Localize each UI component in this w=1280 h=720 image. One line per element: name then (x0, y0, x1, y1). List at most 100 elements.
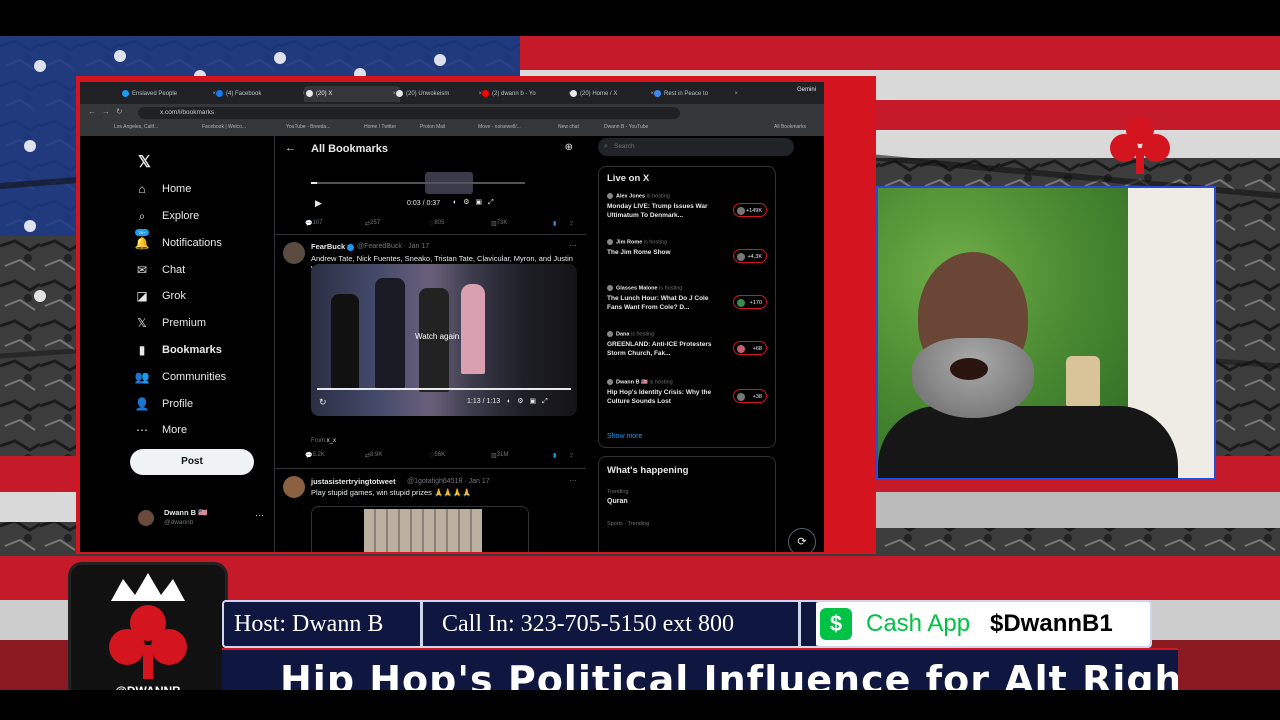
watch-again-label[interactable]: Watch again (415, 332, 459, 341)
repost-count[interactable]: ⇄ 8.9K (365, 452, 382, 459)
tab-label: (2) dwann b - Yo (492, 91, 536, 97)
replay-icon[interactable]: ↻ (319, 397, 327, 408)
url-field[interactable]: x.com/i/bookmarks (138, 107, 680, 119)
browser-tab[interactable]: (2) dwann b - Yo× (480, 86, 576, 102)
tab-favicon-icon (396, 90, 403, 97)
cash-app-label: Cash App (866, 610, 971, 637)
share-icon[interactable]: ⇪ (569, 220, 574, 227)
video-controls-icons[interactable]: ◐⚙▣⤢ (453, 198, 500, 207)
post-button[interactable]: Post (130, 449, 254, 475)
back-icon[interactable]: ← (88, 107, 96, 116)
account-switcher[interactable]: Dwann B 🇺🇸 @dwannb ⋯ (138, 506, 268, 530)
bookmark-item[interactable]: New chat (558, 124, 579, 130)
more-icon[interactable]: ⋯ (255, 510, 264, 521)
like-count[interactable]: ♡ 805 (429, 220, 444, 227)
x-logo-icon[interactable]: 𝕏 (138, 152, 151, 172)
grok-icon[interactable]: ⟳ (788, 528, 816, 552)
bookmark-item[interactable]: Proton Mail (420, 124, 445, 130)
live-item[interactable]: Glasses Malone is hosting The Lunch Hour… (607, 285, 771, 325)
video-controls-icons[interactable]: ◐⚙▣⤢ (507, 397, 554, 406)
from-label: From (311, 438, 325, 444)
live-listener-count: +149K (733, 203, 767, 217)
bookmark-item[interactable]: Los Angeles, Calif... (114, 124, 158, 130)
x-sidebar: 𝕏 ⌂ Home ⌕ Explore 🔔 Notifications 20+ ✉ Cha… (80, 136, 274, 552)
show-more-link[interactable]: Show more (607, 433, 642, 440)
live-item[interactable]: Alex Jones is hosting Monday LIVE: Trump… (607, 193, 771, 233)
account-name: Dwann B 🇺🇸 (164, 508, 208, 517)
bookmark-item[interactable]: Facebook | Welco... (202, 124, 246, 130)
live-item[interactable]: Dwann B 🇺🇸 is hosting Hip Hop's Identity… (607, 379, 771, 419)
view-count[interactable]: ▥ 31M (491, 452, 508, 459)
verified-badge-icon (347, 243, 355, 251)
gemini-button[interactable]: Gemini (797, 87, 816, 93)
nav-label: Home (162, 183, 192, 195)
play-icon[interactable]: ▶ (315, 198, 322, 209)
browser-tab[interactable]: Enslaved People × (120, 86, 220, 102)
video-scrubber[interactable] (317, 388, 571, 390)
from-handle[interactable]: x_x (327, 438, 336, 444)
bookmarks-timeline: ← All Bookmarks ⊕ ▶ 0:03 / 0:37 ◐⚙▣⤢ 💬 1… (274, 136, 588, 552)
view-count[interactable]: ▥ 73K (491, 220, 507, 227)
avatar (607, 193, 613, 199)
tab-favicon-icon (654, 90, 661, 97)
repost-count-value: 8.9K (370, 452, 383, 458)
live-status: is hosting (646, 193, 670, 200)
post-author-name[interactable]: justasistertryingtotweet (311, 477, 396, 486)
bookmark-item[interactable]: All Bookmarks (774, 124, 806, 130)
post-media[interactable] (311, 506, 529, 552)
close-icon[interactable]: × (734, 86, 738, 102)
reply-count[interactable]: 💬 107 (305, 220, 323, 227)
reload-icon[interactable]: ↻ (116, 107, 123, 116)
live-count-value: +68 (752, 346, 762, 352)
back-arrow-icon[interactable]: ← (285, 142, 296, 154)
panel-title: What's happening (607, 465, 689, 476)
more-icon[interactable]: ⋯ (569, 476, 577, 485)
video-player[interactable]: ▶ 0:03 / 0:37 ◐⚙▣⤢ (311, 164, 525, 210)
live-item[interactable]: Dana is hosting GREENLAND: Anti-ICE Prot… (607, 331, 771, 371)
live-host-name: Jim Rome (616, 239, 643, 246)
add-folder-icon[interactable]: ⊕ (565, 142, 573, 153)
bookmark-icon[interactable]: ▮ (553, 452, 556, 459)
avatar (737, 299, 745, 307)
browser-tab[interactable]: (20) Home / X × (568, 86, 658, 102)
cash-app-icon: $ (820, 608, 852, 640)
bookmark-item[interactable]: Move - noisewell/... (478, 124, 521, 130)
live-status: is hosting (630, 331, 655, 338)
post-author-name[interactable]: FearBuck (311, 242, 355, 251)
live-item[interactable]: Jim Rome is hosting The Jim Rome Show +4… (607, 239, 771, 279)
bookmark-icon[interactable]: ▮ (553, 220, 556, 227)
avatar[interactable] (283, 476, 305, 498)
search-input[interactable]: ⌕ Search (598, 138, 794, 156)
like-count-value: 805 (434, 220, 445, 226)
live-title: GREENLAND: Anti-ICE Protesters Storm Chu… (607, 341, 712, 357)
profile-icon: 👤 (134, 397, 150, 411)
bookmark-item[interactable]: YouTube - Breeda... (286, 124, 330, 130)
reply-count-value: 107 (312, 220, 323, 226)
view-count-value: 31M (496, 452, 509, 458)
forward-icon[interactable]: → (102, 107, 110, 116)
post-action-bar: 💬 5.2K ⇄ 8.9K ♡ 56K ▥ 31M ▮ ⇪ (305, 452, 581, 462)
tab-favicon-icon (216, 90, 223, 97)
nav-label: Chat (162, 264, 186, 276)
tab-favicon-icon (122, 90, 129, 97)
post-text: Play stupid games, win stupid prizes 🙏🙏🙏… (311, 488, 472, 497)
video-scrubber[interactable] (311, 182, 525, 184)
browser-tab[interactable]: Rest in Peace to × (652, 86, 742, 102)
reply-count[interactable]: 💬 5.2K (305, 452, 325, 459)
bookmark-item[interactable]: Dwann B - YouTube (604, 124, 648, 130)
share-icon[interactable]: ⇪ (569, 452, 574, 459)
browser-tab[interactable]: (4) Facebook× (214, 86, 310, 102)
bookmark-item[interactable]: Home / Twitter (364, 124, 396, 130)
nav-label: Profile (162, 398, 194, 410)
trend-item[interactable]: Quran (607, 498, 628, 505)
more-icon[interactable]: ⋯ (569, 241, 577, 250)
avatar[interactable] (283, 242, 305, 264)
video-player[interactable]: Watch again ↻ 1:13 / 1:13 ◐⚙▣⤢ (311, 264, 577, 416)
browser-tab-active[interactable]: (20) X × (304, 86, 400, 102)
webcam-person-shirt (878, 406, 1178, 478)
avatar (138, 510, 154, 526)
live-on-x-panel: Live on X Alex Jones is hosting Monday L… (598, 166, 776, 448)
repost-count[interactable]: ⇄ 257 (365, 220, 380, 227)
like-count[interactable]: ♡ 56K (429, 452, 445, 459)
browser-tab[interactable]: (20) Unwokeism × (394, 86, 486, 102)
